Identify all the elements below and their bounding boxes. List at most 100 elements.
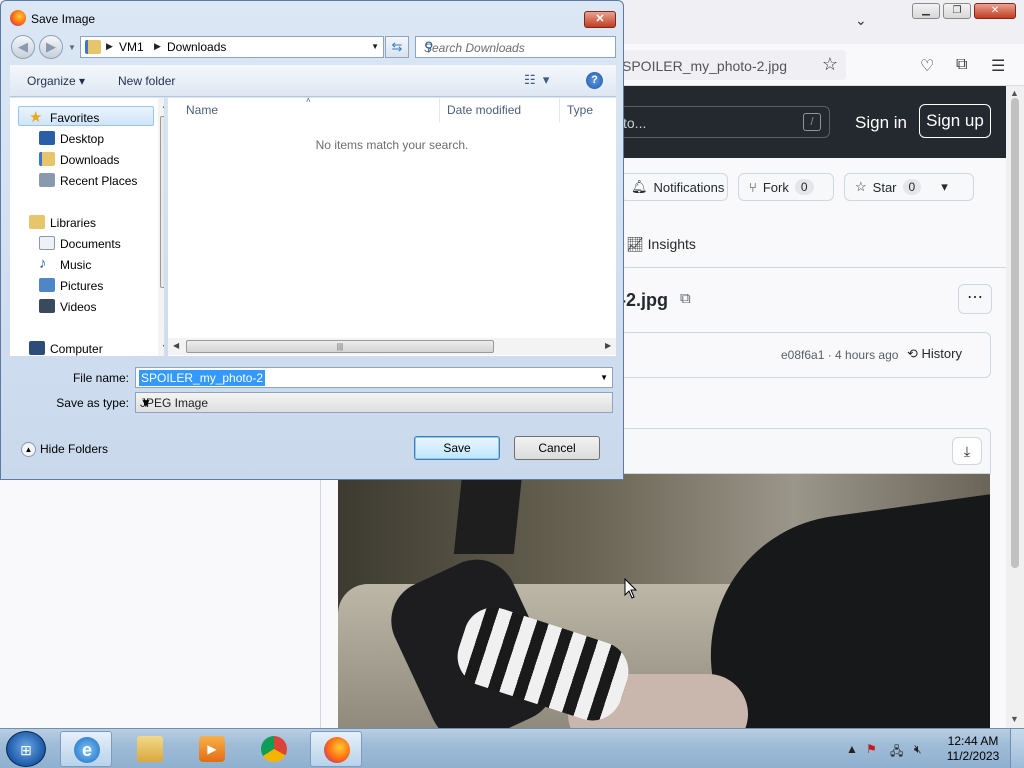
url-bar[interactable]: SPOILER_my_photo-2.jpg ☆ [610, 50, 846, 80]
sidebar-item-music[interactable]: ♪ Music [10, 254, 150, 274]
view-options-icon[interactable]: ☷ ▾ [524, 72, 549, 88]
back-button[interactable]: ◀ [11, 35, 35, 59]
slash-key-hint: / [803, 113, 821, 131]
file-hscroll-thumb[interactable]: ||| [186, 340, 494, 353]
desktop-label: Desktop [60, 132, 105, 146]
sign-up-button[interactable]: Sign up [919, 104, 991, 138]
new-folder-button[interactable]: New folder [118, 74, 175, 88]
chevron-right-icon[interactable]: ▶ [106, 41, 113, 52]
sidebar-item-documents[interactable]: Documents [10, 233, 150, 253]
file-name-heading: -2.jpg [620, 290, 668, 310]
window-close-button[interactable]: ✕ [974, 3, 1016, 19]
search-icon[interactable]: ⚲ [424, 39, 610, 55]
recent-locations-icon[interactable]: ▼ [68, 43, 76, 52]
taskbar-chrome[interactable] [248, 731, 300, 767]
downloads-folder-icon [39, 152, 55, 166]
show-desktop-button[interactable] [1010, 729, 1024, 768]
sign-in-link[interactable]: Sign in [855, 113, 907, 133]
file-name-input[interactable]: SPOILER_my_photo-2 ▼ [135, 367, 613, 388]
mouse-cursor-icon [624, 578, 638, 599]
fork-icon: ⑂ [749, 179, 757, 195]
chevron-down-icon[interactable]: ▼ [140, 396, 608, 410]
bookmark-star-icon[interactable]: ☆ [822, 54, 838, 75]
action-center-icon[interactable]: ⚑ [866, 742, 877, 756]
sidebar-item-desktop[interactable]: Desktop [10, 128, 150, 148]
sidebar-item-favorites[interactable]: ★ Favorites [18, 106, 154, 126]
libraries-icon [29, 215, 45, 229]
save-as-type-select[interactable]: JPEG Image ▼ [135, 392, 613, 413]
sidebar-item-pictures[interactable]: Pictures [10, 275, 150, 295]
dialog-close-button[interactable]: ✕ [584, 11, 616, 28]
taskbar-internet-explorer[interactable]: e [60, 731, 112, 767]
file-hscrollbar[interactable]: ◀ ||| ▶ [168, 338, 616, 355]
sidebar-item-libraries[interactable]: Libraries [10, 212, 150, 232]
volume-muted-icon[interactable]: 🔇︎ [914, 742, 922, 757]
column-type[interactable]: Type [560, 98, 616, 122]
column-name[interactable]: Name ˄ [168, 96, 440, 122]
empty-message: No items match your search. [315, 138, 469, 152]
search-input[interactable]: Search Downloads ⚲ [415, 36, 616, 58]
chevron-down-icon[interactable]: ▼ [371, 42, 379, 51]
menu-icon[interactable]: ☰ [991, 56, 1005, 76]
fork-button[interactable]: ⑂ Fork 0 [738, 173, 834, 201]
save-button[interactable]: Save [414, 436, 500, 460]
sidebar-item-downloads[interactable]: Downloads [10, 149, 150, 169]
column-date-modified[interactable]: Date modified [440, 98, 560, 122]
folder-icon [85, 40, 101, 54]
commit-info[interactable]: e08f6a1 · 4 hours ago [781, 348, 898, 362]
help-icon[interactable]: ? [586, 72, 603, 89]
show-hidden-icons[interactable]: ▲ [846, 742, 858, 756]
star-button[interactable]: ☆ Star 0 ▾ [844, 173, 974, 201]
sidebar-item-computer[interactable]: Computer [10, 338, 150, 356]
computer-icon [29, 341, 45, 355]
star-dropdown-icon[interactable]: ▾ [941, 179, 948, 195]
sidebar-item-videos[interactable]: Videos [10, 296, 150, 316]
column-type-label: Type [567, 103, 594, 117]
scroll-down-icon[interactable]: ▼ [161, 342, 164, 352]
maximize-button[interactable]: ❐ [943, 3, 971, 19]
chevron-down-icon[interactable]: ▼ [600, 373, 608, 382]
file-name-value: SPOILER_my_photo-2 [139, 370, 266, 386]
address-bar[interactable]: ▶ VM1 ▶ Downloads ▼ [80, 36, 384, 58]
organize-button[interactable]: Organize ▾ [27, 74, 85, 88]
network-icon[interactable]: 🖧︎ [890, 742, 903, 763]
cancel-button[interactable]: Cancel [514, 436, 600, 460]
chevron-right-icon[interactable]: ▶ [154, 41, 161, 52]
notifications-button[interactable]: 🔔︎ Notifications [620, 173, 728, 201]
star-icon: ★ [29, 109, 43, 126]
tab-insights[interactable]: 📈︎ Insights [626, 236, 696, 253]
sidebar-item-recent-places[interactable]: Recent Places [10, 170, 150, 190]
refresh-button[interactable]: ⇆ [385, 36, 409, 58]
page-scrollbar[interactable]: ▲ ▼ [1006, 86, 1024, 728]
breadcrumb-vm1[interactable]: VM1 [119, 40, 144, 54]
history-link[interactable]: ⟲ History [907, 346, 962, 362]
clock-time: 12:44 AM [947, 734, 999, 748]
taskbar-media-player[interactable]: ▶ [186, 731, 238, 767]
taskbar-file-explorer[interactable] [124, 731, 176, 767]
scroll-down-icon[interactable]: ▼ [1010, 714, 1019, 724]
copy-path-icon[interactable]: ⧉ [680, 290, 691, 307]
nav-scrollbar[interactable]: ▲ ▼ [158, 98, 164, 356]
scroll-thumb[interactable] [1011, 98, 1019, 568]
scroll-up-icon[interactable]: ▲ [161, 100, 164, 110]
forward-button[interactable]: ▶ [39, 35, 63, 59]
hide-folders-button[interactable]: ▲ Hide Folders [21, 442, 108, 458]
scroll-left-icon[interactable]: ◀ [173, 341, 179, 350]
scroll-right-icon[interactable]: ▶ [605, 341, 611, 350]
minimize-button[interactable]: ▁ [912, 3, 940, 19]
taskbar-firefox[interactable] [310, 731, 362, 767]
start-button[interactable]: ⊞ [6, 731, 46, 767]
favorites-label: Favorites [50, 111, 100, 125]
nav-scroll-thumb[interactable] [160, 116, 164, 288]
pocket-icon[interactable]: ♡ [920, 56, 934, 76]
clock[interactable]: 12:44 AM 11/2/2023 [945, 734, 1001, 764]
list-tabs-icon[interactable]: ⌄ [855, 12, 867, 29]
scroll-up-icon[interactable]: ▲ [1010, 88, 1019, 98]
extensions-icon[interactable]: ⧉ [956, 56, 967, 74]
breadcrumb-downloads[interactable]: Downloads [167, 40, 226, 54]
download-icon[interactable]: ⤓ [952, 437, 982, 465]
more-options-button[interactable]: ⋯ [958, 284, 992, 314]
firefox-icon [324, 737, 350, 763]
github-search[interactable]: to... / [610, 106, 830, 138]
notifications-label: Notifications [653, 179, 725, 195]
